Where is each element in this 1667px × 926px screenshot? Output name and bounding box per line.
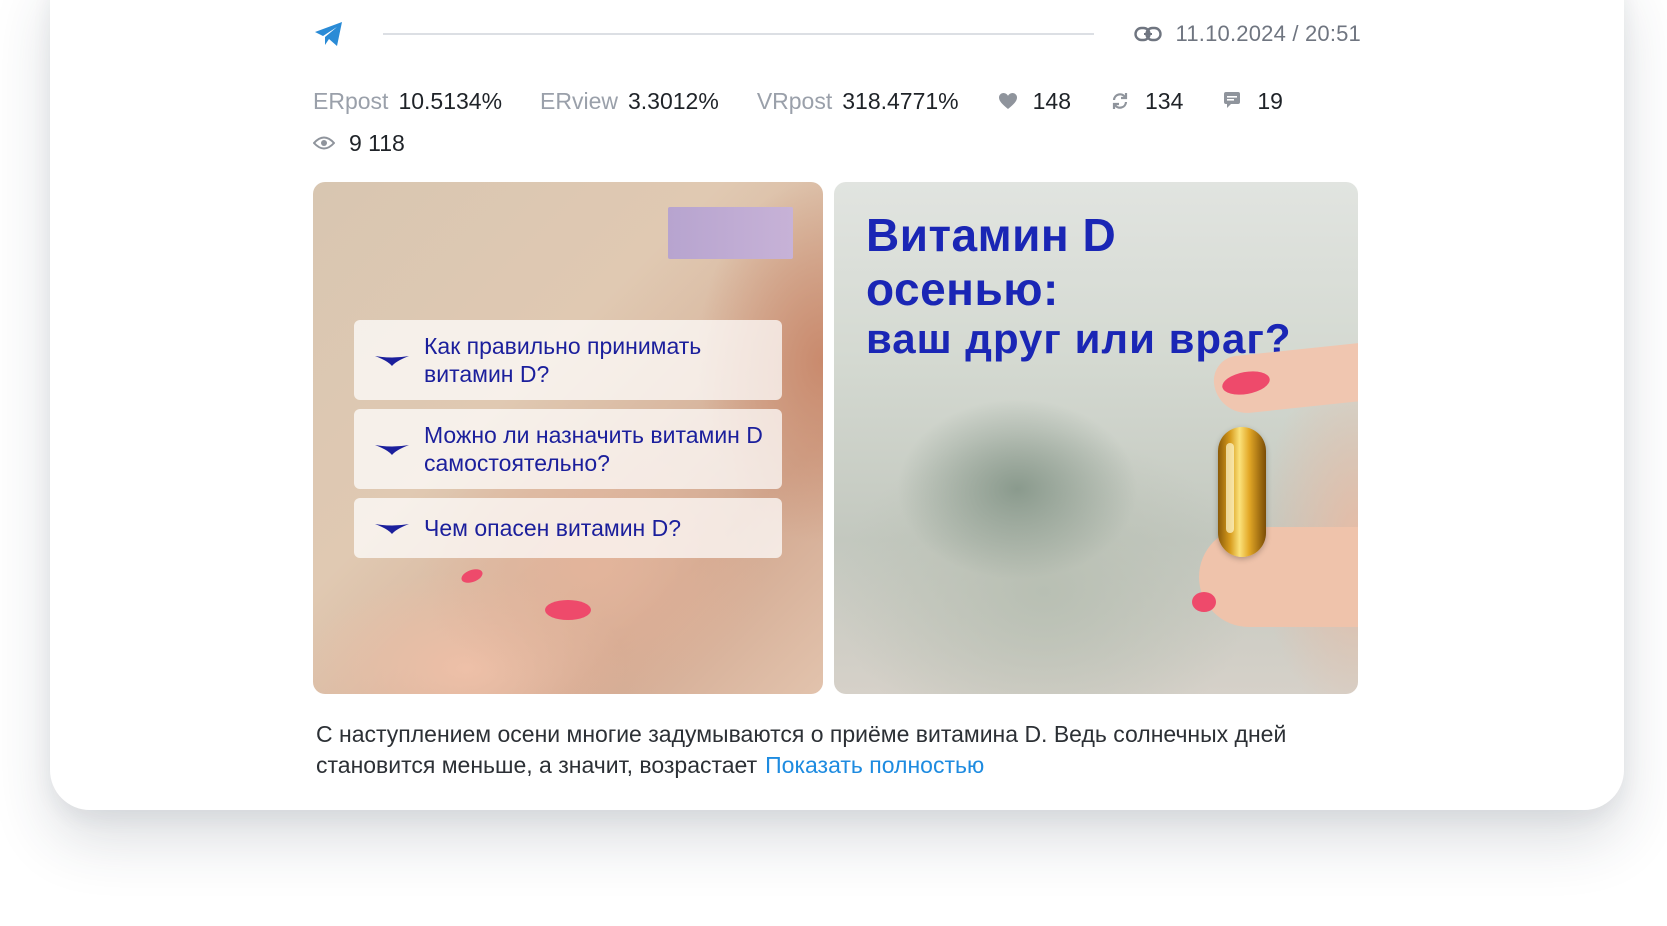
stat-comments: 19 [1221,88,1283,115]
vitamin-capsule [1218,427,1266,557]
likes-count: 148 [1032,87,1072,114]
comments-count: 19 [1257,87,1283,114]
nail-decoration [1192,592,1216,612]
question-card: Как правильно принимать витамин D? [354,320,782,400]
stat-reposts: 134 [1109,88,1183,115]
stat-erpost: ERpost 10.5134% [313,88,502,115]
reposts-count: 134 [1145,87,1184,114]
stat-likes: 148 [997,88,1071,115]
chevron-icon [374,442,410,456]
link-icon[interactable] [1133,24,1164,44]
eye-icon [313,132,335,154]
chevron-icon [374,353,410,367]
stat-erview: ERview 3.3012% [540,88,719,115]
vrpost-value: 318.4771% [842,87,959,114]
image-subtitle: ваш друг или враг? [866,315,1292,362]
chevron-icon [374,521,410,535]
erpost-label: ERpost [313,87,389,114]
heart-icon [997,90,1019,112]
post-text: С наступлением осени многие задумываются… [316,719,1376,781]
question-text: Как правильно принимать витамин D? [424,333,702,387]
repost-icon [1109,90,1131,112]
post-image-questions[interactable]: Как правильно принимать витамин D? Можно… [313,182,823,694]
question-card: Можно ли назначить витамин D самостоятел… [354,409,782,489]
views-count: 9 118 [349,129,405,156]
comment-icon [1221,90,1243,112]
post-stats: ERpost 10.5134% ERview 3.3012% VRpost 31… [313,84,1373,160]
header-divider [383,33,1094,35]
erview-label: ERview [540,87,618,114]
stat-vrpost: VRpost 318.4771% [757,88,959,115]
nail-decoration [545,600,591,620]
post-header: 11.10.2024 / 20:51 [313,14,1361,54]
question-text: Можно ли назначить витамин D самостоятел… [424,422,763,476]
blurred-logo [668,207,793,259]
question-card: Чем опасен витамин D? [354,498,782,558]
show-more-link[interactable]: Показать полностью [765,752,984,778]
image-title: Витамин D осенью: [866,208,1116,316]
nail-decoration [459,566,485,586]
post-image-title[interactable]: Витамин D осенью: ваш друг или враг? [834,182,1358,694]
erview-value: 3.3012% [628,87,719,114]
telegram-icon[interactable] [313,19,347,49]
image-title-line1: Витамин D [866,209,1117,261]
image-title-line2: осенью: [866,263,1059,315]
vrpost-label: VRpost [756,87,833,114]
question-text: Чем опасен витамин D? [424,515,682,541]
stat-views: 9 118 [313,130,405,157]
erpost-value: 10.5134% [398,87,503,114]
post-date: 11.10.2024 / 20:51 [1175,21,1361,46]
